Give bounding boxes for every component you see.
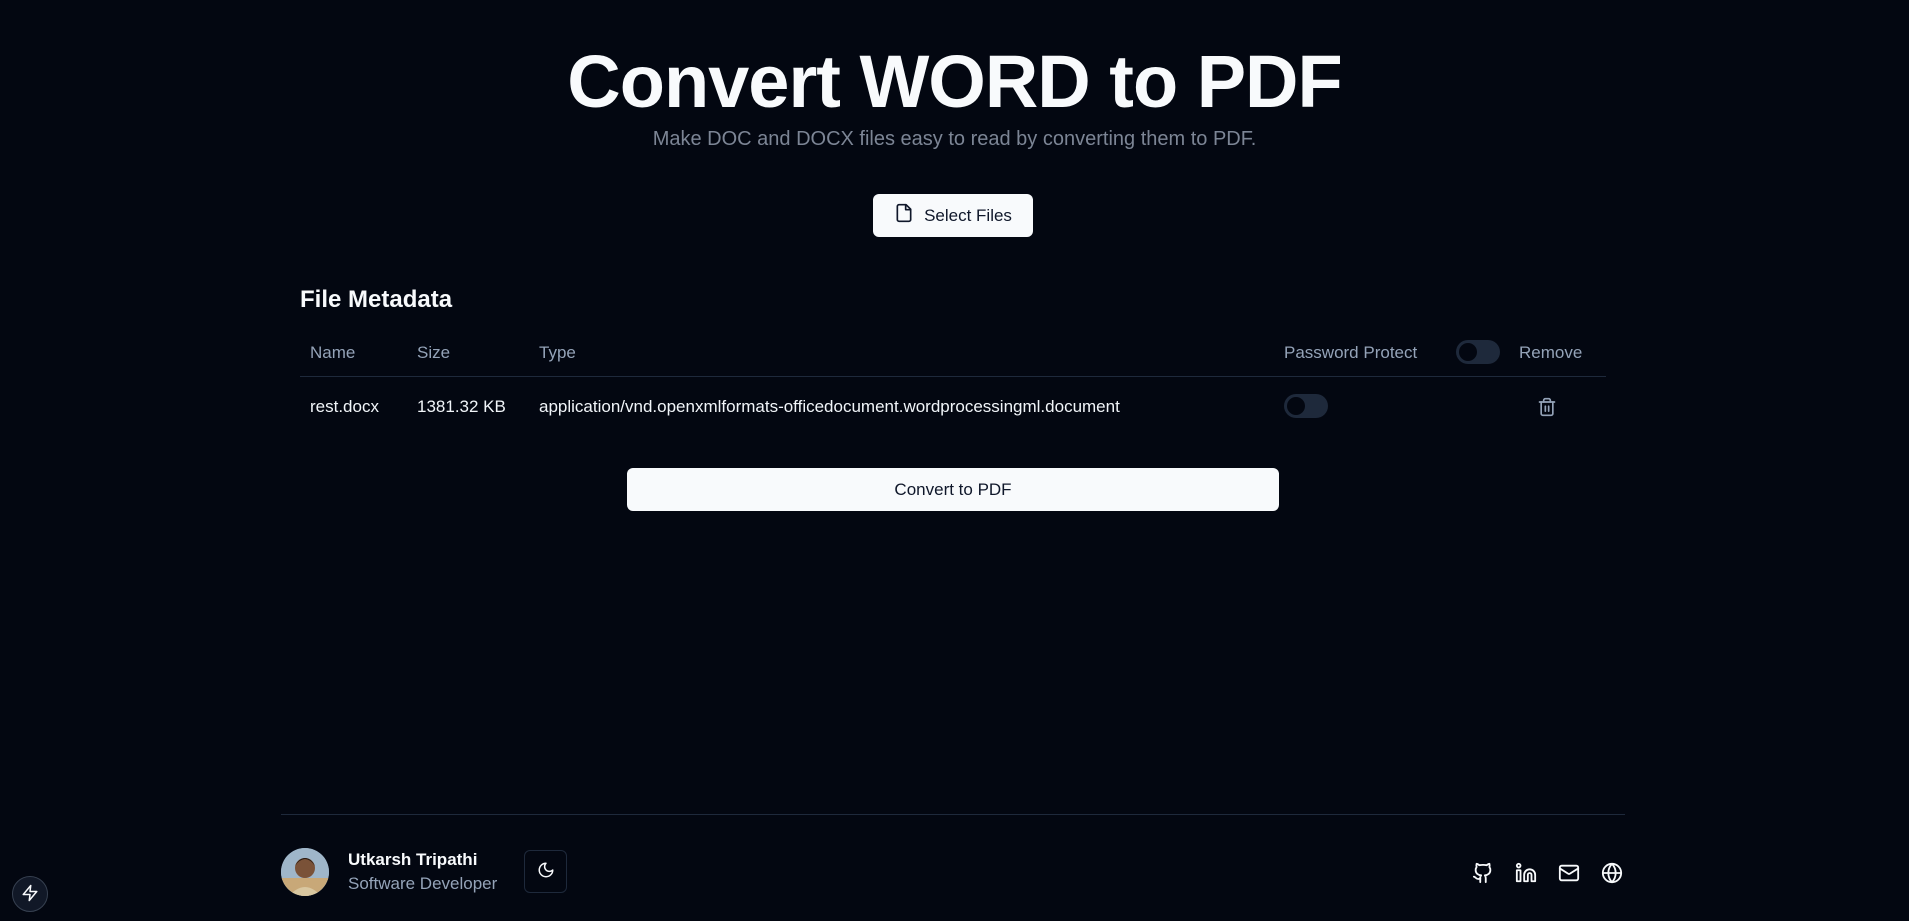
bolt-icon (21, 884, 39, 905)
trash-icon[interactable] (1536, 396, 1558, 418)
select-files-button[interactable]: Select Files (873, 194, 1033, 237)
file-type: application/vnd.openxmlformats-officedoc… (539, 397, 1120, 416)
theme-toggle-button[interactable] (524, 850, 567, 893)
select-files-label: Select Files (924, 205, 1012, 225)
footer-divider (281, 814, 1625, 815)
page-subtitle: Make DOC and DOCX files easy to read by … (652, 128, 1257, 150)
file-icon (894, 203, 914, 228)
file-name: rest.docx (310, 397, 379, 416)
file-metadata-table: Name Size Type Password Protect Remove (300, 333, 1606, 377)
author-name: Utkarsh Tripathi (348, 850, 478, 869)
linkedin-icon[interactable] (1513, 860, 1539, 886)
page: Convert WORD to PDF Make DOC and DOCX fi… (0, 0, 1909, 921)
moon-icon (537, 861, 555, 882)
file-metadata-title: File Metadata (300, 286, 453, 313)
password-protect-toggle[interactable] (1284, 394, 1328, 418)
github-icon[interactable] (1470, 860, 1496, 886)
dev-tools-button[interactable] (12, 876, 48, 912)
author-role: Software Developer (348, 874, 498, 893)
table-row: rest.docx 1381.32 KB application/vnd.ope… (300, 377, 1606, 440)
file-size: 1381.32 KB (417, 397, 506, 416)
column-remove: Remove (1519, 343, 1583, 362)
column-name: Name (310, 343, 356, 362)
globe-icon[interactable] (1599, 860, 1625, 886)
page-title: Convert WORD to PDF (567, 40, 1342, 123)
column-type: Type (539, 343, 576, 362)
mail-icon[interactable] (1556, 860, 1582, 886)
table-header: Name Size Type Password Protect Remove (300, 333, 1606, 377)
password-protect-all-toggle[interactable] (1456, 340, 1500, 364)
column-size: Size (417, 343, 451, 362)
avatar (281, 848, 329, 896)
convert-to-pdf-button[interactable]: Convert to PDF (627, 468, 1279, 511)
column-password-protect: Password Protect (1284, 343, 1418, 362)
